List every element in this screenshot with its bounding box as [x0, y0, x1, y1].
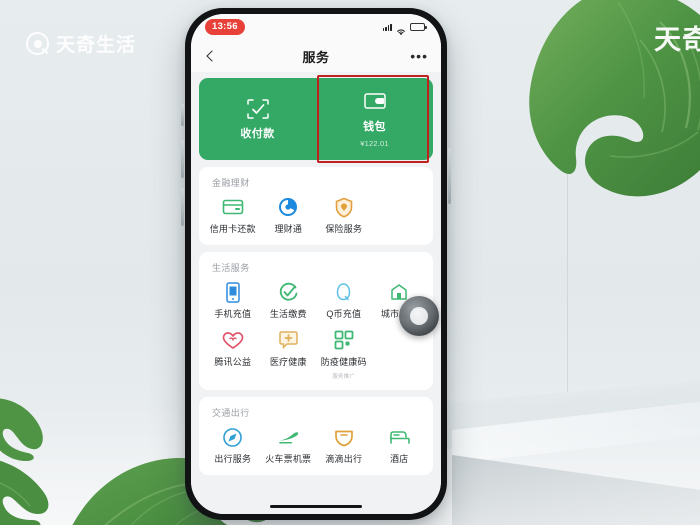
watermark-right-text: 天奇 — [654, 25, 700, 55]
section-transport-grid: 出行服务 火车票机票 滴滴出行 酒店 — [205, 426, 427, 465]
more-options-button[interactable]: ••• — [410, 48, 428, 63]
home-indicator[interactable] — [270, 504, 362, 508]
service-label: 火车票机票 — [265, 454, 312, 464]
travel-compass-icon — [222, 426, 244, 448]
phone-power-button[interactable] — [448, 148, 451, 204]
service-wealth-management[interactable]: 理财通 — [261, 196, 317, 235]
brand-logo-icon — [26, 32, 49, 55]
phone-volume-up-button[interactable] — [181, 140, 184, 178]
payment-header-card: 收付款 钱包 ¥122.01 — [199, 75, 433, 163]
section-life-services: 生活服务 手机充值 生活缴费 Q币充值 城市服务 腾讯公益 医疗健康 防疫健康码… — [199, 252, 433, 390]
signal-bars-icon — [382, 23, 392, 31]
wifi-icon — [396, 23, 406, 36]
service-sub-label: 服务推广 — [332, 374, 356, 380]
medical-health-icon — [277, 329, 299, 351]
service-label: 出行服务 — [214, 454, 252, 464]
section-finance-grid: 信用卡还款 理财通 保险服务 — [205, 196, 427, 235]
service-travel-service[interactable]: 出行服务 — [205, 426, 261, 465]
section-transport-title: 交通出行 — [212, 408, 250, 418]
service-city-service[interactable]: 城市服务 — [372, 281, 428, 320]
service-label: 防疫健康码 — [320, 357, 367, 367]
service-hotel[interactable]: 酒店 — [372, 426, 428, 465]
watermark-right: 天奇 — [654, 18, 700, 57]
collect-pay-label: 收付款 — [240, 127, 275, 140]
phone-screen: 13:56 服务 ••• 收付款 钱包 ¥122.01 金融理财 信用卡还款 理… — [191, 14, 441, 514]
section-transport: 交通出行 出行服务 火车票机票 滴滴出行 酒店 — [199, 397, 433, 475]
health-code-icon — [333, 329, 355, 351]
phone-mute-switch[interactable] — [181, 104, 184, 126]
service-credit-card-repay[interactable]: 信用卡还款 — [205, 196, 261, 235]
section-life-services-grid: 手机充值 生活缴费 Q币充值 城市服务 腾讯公益 医疗健康 防疫健康码 服务推广 — [205, 281, 427, 380]
wealth-circle-icon — [277, 196, 299, 218]
service-didi-ride[interactable]: 滴滴出行 — [316, 426, 372, 465]
phone-volume-down-button[interactable] — [181, 188, 184, 226]
status-time-recording-pill: 13:56 — [205, 19, 245, 35]
service-label: 保险服务 — [325, 224, 363, 234]
nav-bar: 服务 ••• — [191, 40, 441, 72]
battery-icon — [410, 23, 427, 31]
service-page: 收付款 钱包 ¥122.01 金融理财 信用卡还款 理财通 保险服务 生活服务 … — [191, 72, 441, 514]
wallet-label: 钱包 — [363, 120, 386, 133]
service-label: 医疗健康 — [269, 357, 307, 367]
section-life-services-title: 生活服务 — [212, 263, 250, 273]
service-health-code[interactable]: 防疫健康码 服务推广 — [316, 329, 372, 380]
service-tencent-charity[interactable]: 腾讯公益 — [205, 329, 261, 380]
wallet-icon — [363, 91, 387, 113]
status-icons — [382, 23, 427, 36]
watermark-left: 天奇生活 — [26, 30, 136, 57]
service-mobile-recharge[interactable]: 手机充值 — [205, 281, 261, 320]
scan-pay-icon — [246, 98, 270, 120]
service-q-coin-recharge[interactable]: Q币充值 — [316, 281, 372, 320]
service-label: 手机充值 — [214, 309, 252, 319]
train-ticket-icon — [277, 426, 299, 448]
scene-background: 天奇生活 天奇 13:56 服务 ••• 收付款 钱包 ¥122.01 金融理财… — [0, 0, 700, 525]
service-insurance[interactable]: 保险服务 — [316, 196, 372, 235]
utility-bill-icon — [277, 281, 299, 303]
section-finance-title: 金融理财 — [212, 178, 250, 188]
city-service-icon — [388, 281, 410, 303]
section-finance: 金融理财 信用卡还款 理财通 保险服务 — [199, 167, 433, 245]
service-label: Q币充值 — [326, 309, 362, 319]
service-label: 滴滴出行 — [325, 454, 363, 464]
credit-card-icon — [222, 196, 244, 218]
q-coin-icon — [333, 281, 355, 303]
wallet-balance: ¥122.01 — [360, 138, 389, 148]
service-label: 城市服务 — [380, 309, 418, 319]
service-label: 信用卡还款 — [209, 224, 256, 234]
mobile-recharge-icon — [222, 281, 244, 303]
service-label: 腾讯公益 — [214, 357, 252, 367]
page-title: 服务 — [302, 49, 330, 65]
didi-ride-icon — [333, 426, 355, 448]
service-train-flight-ticket[interactable]: 火车票机票 — [261, 426, 317, 465]
collect-pay-button[interactable]: 收付款 — [199, 78, 316, 160]
wallet-button[interactable]: 钱包 ¥122.01 — [316, 78, 433, 160]
phone-device: 13:56 服务 ••• 收付款 钱包 ¥122.01 金融理财 信用卡还款 理… — [181, 5, 451, 523]
tencent-charity-icon — [222, 329, 244, 351]
monstera-leaf-small-left — [0, 395, 54, 465]
status-bar: 13:56 — [191, 14, 441, 40]
watermark-left-text: 天奇生活 — [56, 35, 137, 56]
service-medical-health[interactable]: 医疗健康 — [261, 329, 317, 380]
service-utility-bills[interactable]: 生活缴费 — [261, 281, 317, 320]
service-label: 酒店 — [390, 454, 409, 464]
service-label: 生活缴费 — [269, 309, 307, 319]
insurance-shield-icon — [333, 196, 355, 218]
hotel-icon — [388, 426, 410, 448]
service-label: 理财通 — [274, 224, 303, 234]
